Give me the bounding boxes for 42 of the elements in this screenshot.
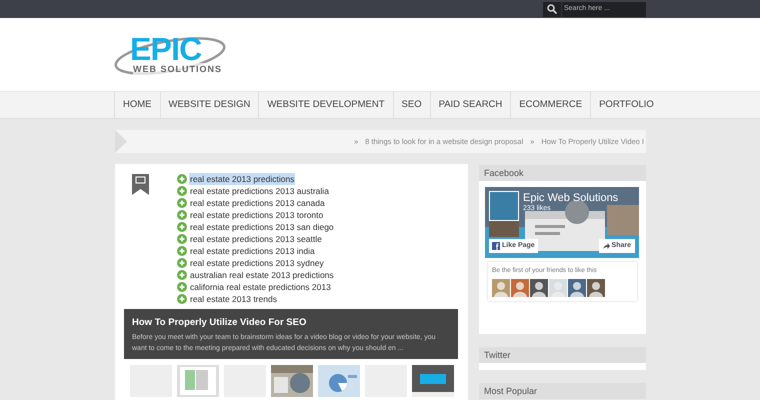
plus-icon	[177, 186, 187, 196]
plus-icon	[177, 270, 187, 280]
post-title[interactable]: How To Properly Utilize Video For SEO	[132, 316, 450, 330]
keyword-text: real estate predictions 2013 sydney	[189, 256, 325, 270]
keyword-text: real estate predictions 2013 toronto	[189, 208, 324, 222]
page-name[interactable]: Epic Web Solutions	[523, 190, 618, 206]
plus-icon	[177, 222, 187, 232]
plus-icon	[177, 282, 187, 292]
plus-icon	[177, 246, 187, 256]
nav-link[interactable]: ECOMMERCE	[510, 92, 590, 118]
bookmark-icon	[132, 174, 149, 195]
keyword-text: real estate predictions 2013 australia	[189, 184, 330, 198]
nav-link[interactable]: PORTFOLIO	[590, 92, 662, 118]
plus-icon	[177, 210, 187, 220]
keyword-text: real estate predictions 2013 seattle	[189, 232, 323, 246]
facebook-icon	[492, 242, 500, 250]
nav-link[interactable]: WEBSITE DEVELOPMENT	[258, 92, 393, 118]
keyword-text: real estate 2013 trends	[189, 292, 278, 306]
nav-link[interactable]: HOME	[114, 92, 160, 118]
nav-link[interactable]: PAID SEARCH	[430, 92, 510, 118]
plus-icon	[177, 198, 187, 208]
keyword-text: real estate predictions 2013 san diego	[189, 220, 335, 234]
avatar-icon[interactable]	[587, 278, 605, 297]
widget-heading: Facebook	[479, 165, 646, 181]
nav-link[interactable]: SEO	[392, 92, 430, 118]
keyword-text: real estate predictions 2013 canada	[189, 196, 326, 210]
avatar-icon[interactable]	[530, 278, 548, 297]
page-logo	[489, 191, 519, 221]
keyword-text: real estate 2013 predictions	[189, 172, 296, 186]
share-icon	[602, 243, 610, 249]
plus-icon	[177, 174, 187, 184]
nav-link[interactable]: WEBSITE DESIGN	[160, 92, 258, 118]
avatar-icon[interactable]	[568, 278, 586, 297]
plus-icon	[177, 258, 187, 268]
keyword-text: real estate predictions 2013 india	[189, 244, 316, 258]
widget-heading: Twitter	[479, 347, 646, 363]
plus-icon	[177, 294, 187, 304]
avatar-icon[interactable]	[511, 278, 529, 297]
keyword-text: australian real estate 2013 predictions	[189, 268, 335, 282]
keyword-text: california real estate predictions 2013	[189, 280, 332, 294]
widget-heading: Most Popular	[479, 383, 646, 399]
plus-icon	[177, 234, 187, 244]
